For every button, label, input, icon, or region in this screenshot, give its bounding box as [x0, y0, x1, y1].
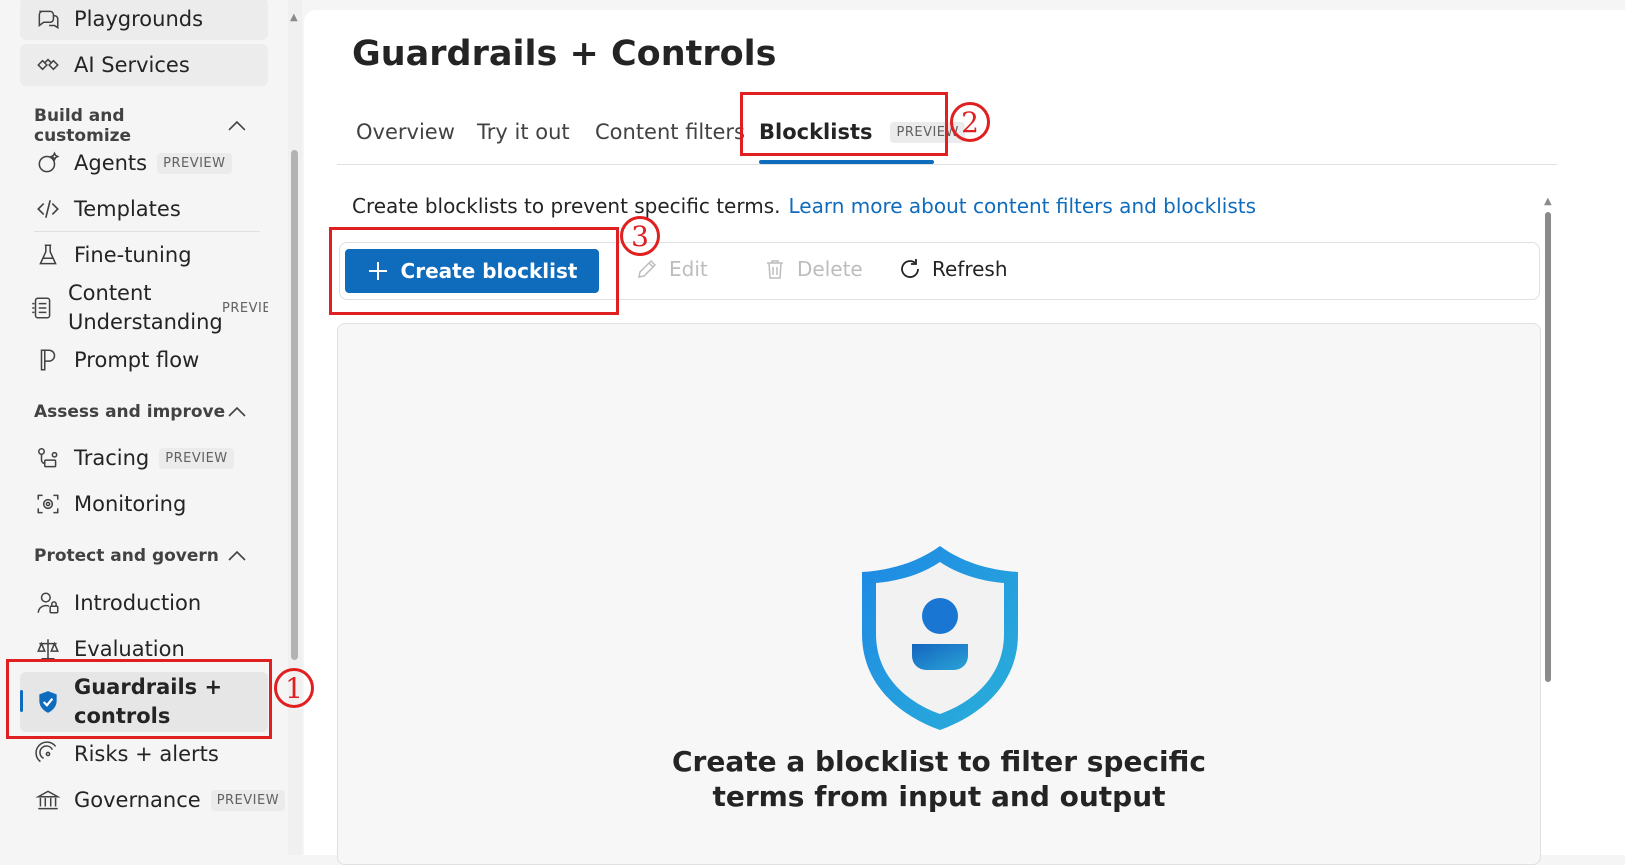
refresh-icon [901, 259, 919, 278]
code-icon [34, 195, 62, 223]
monitoring-icon [34, 490, 62, 518]
sidebar-item-monitoring[interactable]: Monitoring [20, 483, 268, 525]
sidebar-item-label: Tracing [74, 446, 150, 470]
trash-icon [767, 260, 783, 279]
sidebar-item-playgrounds[interactable]: Playgrounds [20, 0, 268, 40]
sidebar-item-fine-tuning[interactable]: Fine-tuning [20, 234, 268, 276]
annotation-box-1 [6, 659, 272, 739]
shield-person-illustration-icon [862, 546, 1018, 730]
section-assess-and-improve[interactable]: Assess and improve [34, 402, 248, 422]
sidebar-item-label: Playgrounds [74, 7, 204, 31]
sidebar-item-label: Prompt flow [74, 348, 200, 372]
tabs-divider [337, 164, 1557, 165]
annotation-box-2 [740, 92, 948, 156]
chevron-up-icon [228, 120, 246, 131]
chevron-up-icon [228, 550, 246, 561]
tab-overview[interactable]: Overview [356, 120, 455, 144]
ai-services-icon [34, 51, 62, 79]
sidebar-item-governance[interactable]: Governance PREVIEW [20, 779, 286, 821]
preview-badge: PREVIEW [222, 300, 268, 316]
scroll-up-arrow-icon[interactable]: ▲ [290, 12, 298, 23]
sidebar-item-label: Governance [74, 788, 201, 812]
building-icon [34, 786, 62, 814]
annotation-box-3 [329, 227, 619, 315]
chat-bubbles-icon [34, 5, 62, 33]
selected-tab-indicator [759, 160, 934, 164]
delete-button[interactable]: Delete [763, 257, 863, 281]
sidebar-item-label: Content Understanding [68, 281, 223, 334]
flask-icon [34, 241, 62, 269]
learn-more-link[interactable]: Learn more about content filters and blo… [788, 194, 1256, 218]
scrollbar-thumb[interactable] [291, 150, 298, 660]
agents-icon [34, 149, 62, 177]
edit-button[interactable]: Edit [635, 257, 708, 281]
sidebar-item-label: Monitoring [74, 492, 187, 516]
annotation-number-3: 3 [620, 216, 660, 256]
main-scrollbar[interactable]: ▲ [1542, 196, 1554, 696]
sidebar-item-tracing[interactable]: Tracing PREVIEW [20, 437, 268, 479]
pencil-icon [638, 259, 657, 278]
sidebar-item-templates[interactable]: Templates [20, 188, 268, 230]
person-lock-icon [34, 589, 62, 617]
sidebar-item-introduction[interactable]: Introduction [20, 582, 268, 624]
sidebar-scrollbar[interactable]: ▲ [288, 0, 302, 855]
sidebar-item-label: Agents [74, 151, 148, 175]
sidebar-item-prompt-flow[interactable]: Prompt flow [20, 339, 268, 381]
section-build-and-customize[interactable]: Build and customize [34, 106, 248, 146]
preview-badge: PREVIEW [159, 447, 234, 469]
sidebar-item-label: Templates [74, 197, 181, 221]
sidebar-item-risks-alerts[interactable]: Risks + alerts [20, 733, 268, 775]
sidebar-item-agents[interactable]: Agents PREVIEW [20, 142, 268, 184]
empty-state-title: Create a blocklist to filter specific te… [672, 745, 1206, 813]
page-title: Guardrails + Controls [352, 34, 777, 74]
empty-state-card: Create a blocklist to filter specific te… [337, 323, 1541, 865]
annotation-number-1: 1 [274, 668, 314, 708]
tab-try-it-out[interactable]: Try it out [477, 120, 570, 144]
divider [34, 231, 260, 232]
section-protect-and-govern[interactable]: Protect and govern [34, 546, 248, 566]
document-list-icon [28, 294, 56, 322]
sidebar-item-label: Fine-tuning [74, 243, 192, 267]
annotation-number-2: 2 [950, 102, 990, 142]
sidebar-item-ai-services[interactable]: AI Services [20, 44, 268, 86]
tab-content-filters[interactable]: Content filters [595, 120, 745, 144]
sidebar-item-label: Evaluation [74, 637, 185, 661]
broadcast-icon [34, 740, 62, 768]
description: Create blocklists to prevent specific te… [352, 194, 1257, 218]
refresh-button[interactable]: Refresh [898, 257, 1008, 281]
sidebar-item-label: Introduction [74, 591, 202, 615]
scrollbar-thumb[interactable] [1545, 212, 1551, 682]
preview-badge: PREVIEW [157, 152, 232, 174]
scroll-up-arrow-icon[interactable]: ▲ [1544, 196, 1552, 207]
prompt-flow-icon [34, 346, 62, 374]
chevron-up-icon [228, 406, 246, 417]
sidebar-item-label: AI Services [74, 53, 190, 77]
preview-badge: PREVIEW [210, 789, 286, 811]
sidebar-item-label: Risks + alerts [74, 742, 219, 766]
tracing-icon [34, 444, 62, 472]
sidebar-item-content-understanding[interactable]: Content Understanding PREVIEW [20, 280, 268, 336]
